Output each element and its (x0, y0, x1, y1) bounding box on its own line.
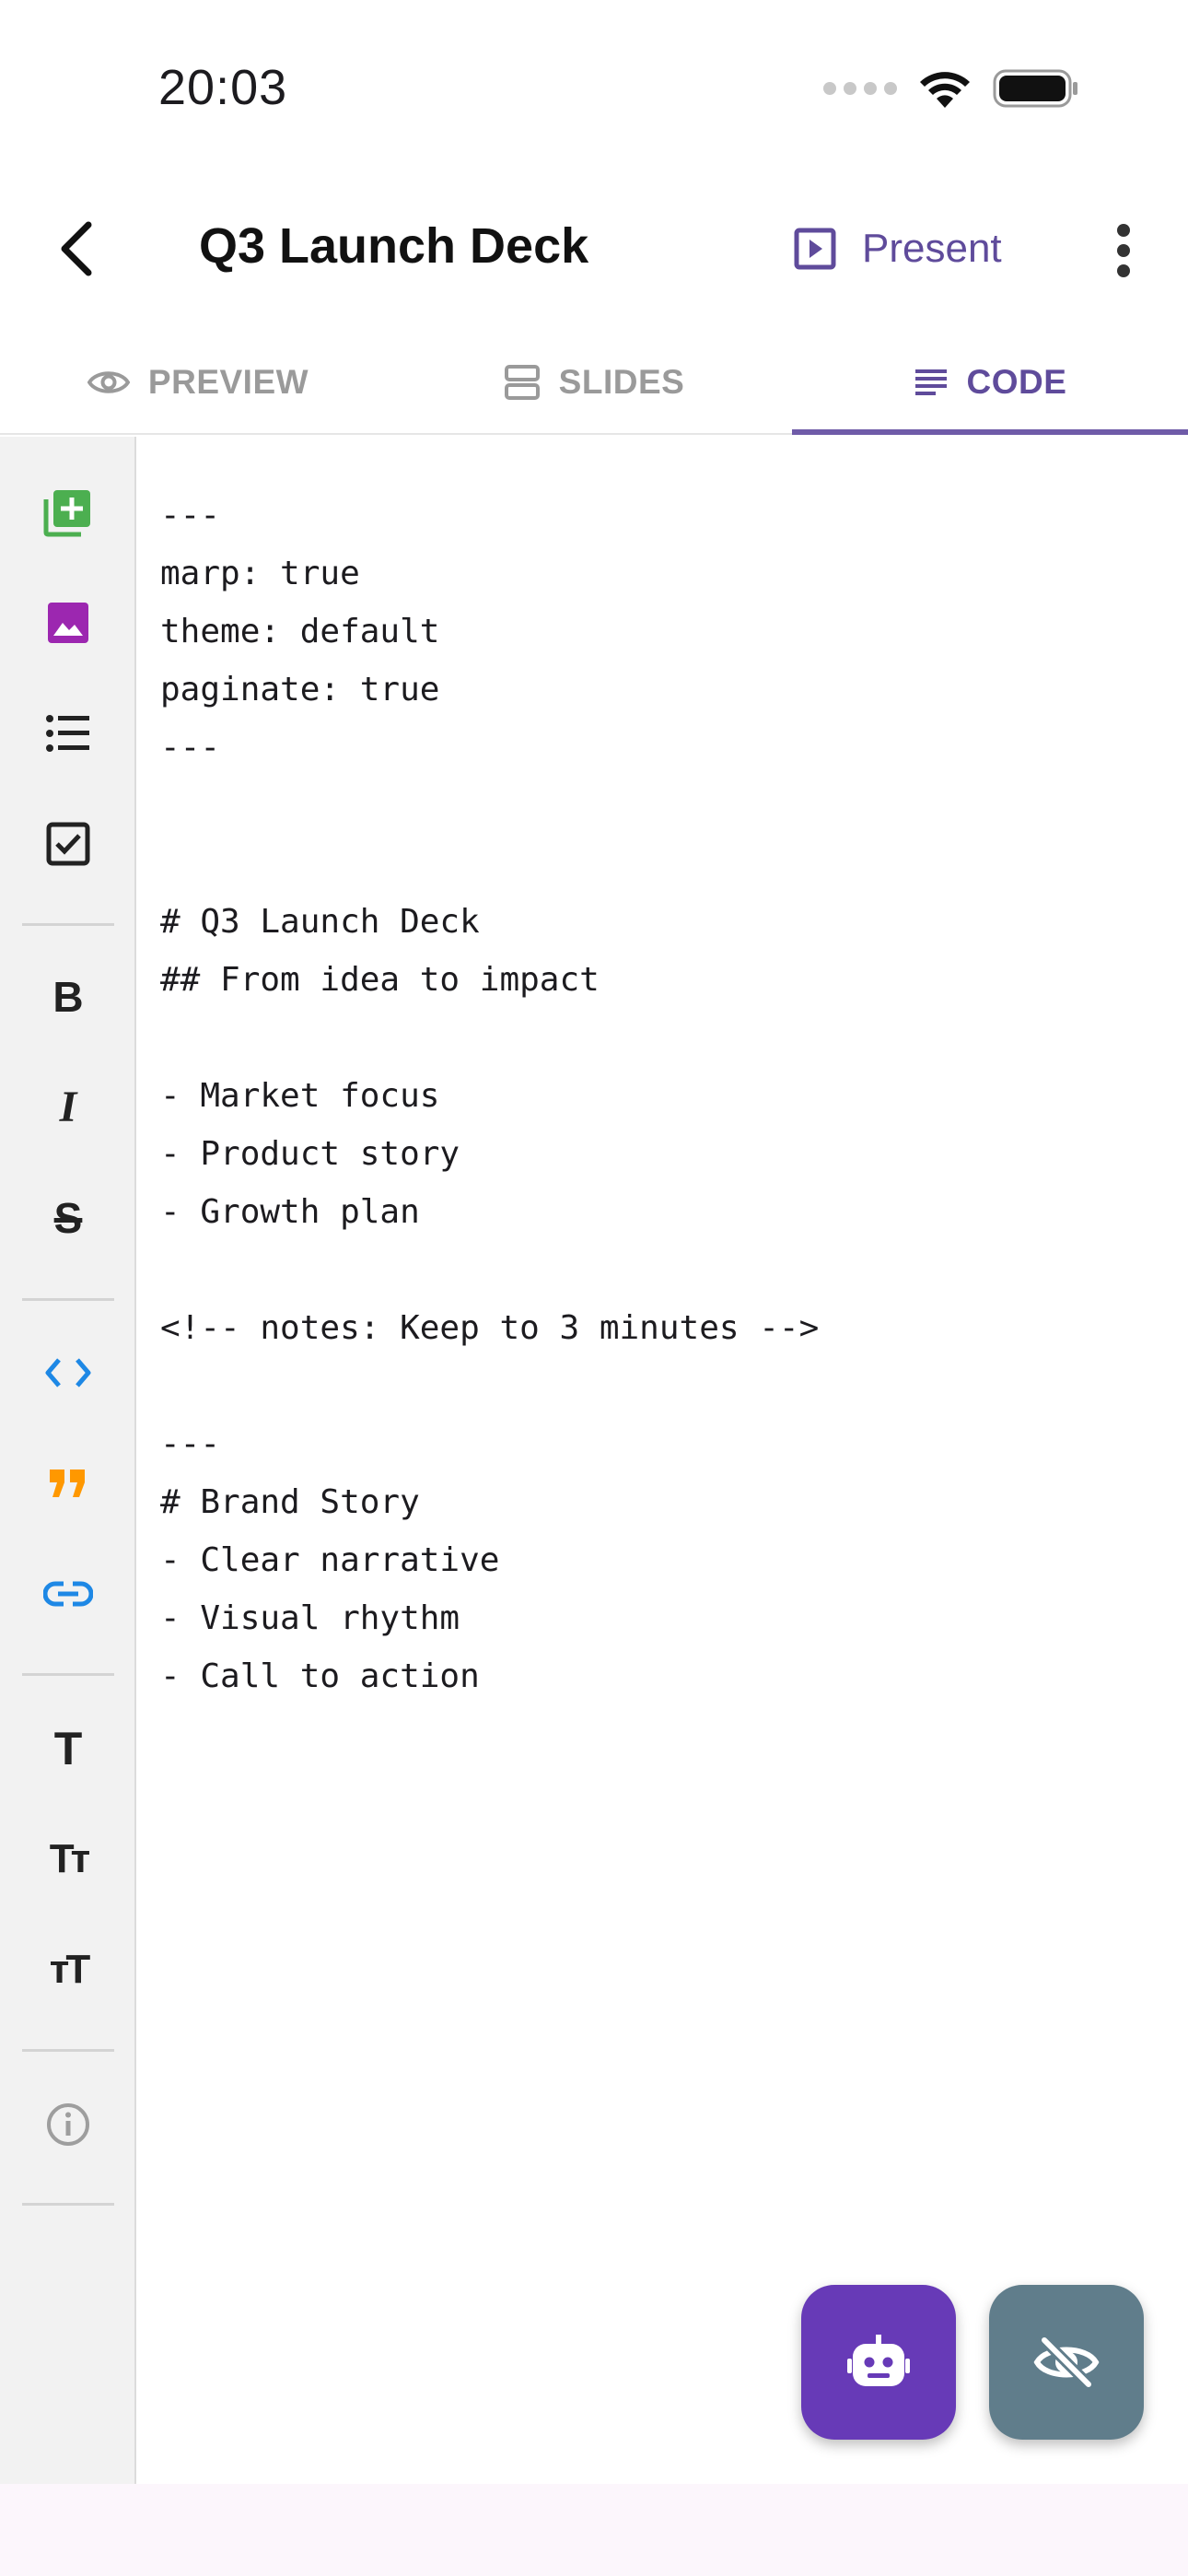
heading-icon: T (53, 1723, 83, 1774)
present-label: Present (862, 226, 1002, 271)
status-time: 20:03 (158, 60, 288, 115)
bottom-bar (0, 2484, 1188, 2576)
quote-button[interactable] (24, 1439, 112, 1528)
bulleted-list-button[interactable] (24, 689, 112, 778)
code-line[interactable]: --- (160, 486, 819, 544)
code-lines-icon (914, 369, 947, 395)
code-text[interactable]: --- marp: true theme: default paginate: tru… (160, 486, 819, 1705)
bold-button[interactable]: B (24, 953, 112, 1041)
tab-code-label: CODE (966, 363, 1067, 401)
tab-slides[interactable]: SLIDES (396, 332, 792, 433)
eye-off-icon (1033, 2336, 1100, 2388)
battery-icon (993, 69, 1077, 108)
wifi-icon (920, 72, 970, 108)
italic-button[interactable]: I (24, 1063, 112, 1152)
more-options-button[interactable] (1096, 216, 1151, 286)
add-slide-button[interactable] (24, 468, 112, 556)
slides-icon (504, 365, 540, 400)
back-button[interactable] (41, 212, 114, 286)
cellular-signal-icon (823, 82, 897, 95)
code-line[interactable]: - Clear narrative (160, 1531, 819, 1589)
code-line[interactable] (160, 777, 819, 835)
inline-code-button[interactable] (24, 1329, 112, 1417)
code-line[interactable]: --- (160, 719, 819, 777)
status-bar: 20:03 (0, 0, 1188, 175)
code-line[interactable] (160, 1009, 819, 1067)
toolbar-divider (22, 2049, 114, 2052)
app-root: 20:03 Q3 Launch Deck Present PREVIEW SLI… (0, 0, 1188, 2576)
markdown-editor[interactable]: --- marp: true theme: default paginate: tru… (138, 437, 1188, 2484)
code-line[interactable]: <!-- notes: Keep to 3 minutes --> (160, 1299, 819, 1357)
code-line[interactable]: - Call to action (160, 1647, 819, 1705)
code-line[interactable]: # Brand Story (160, 1473, 819, 1531)
bold-icon: B (52, 973, 84, 1021)
code-line[interactable]: theme: default (160, 603, 819, 661)
decrease-text-size-button[interactable]: тT (24, 1926, 112, 2014)
tab-preview[interactable]: PREVIEW (0, 332, 396, 433)
tab-code[interactable]: CODE (792, 332, 1188, 435)
text-size-increase-icon: Tт (49, 1836, 90, 1881)
hide-toolbar-button[interactable] (989, 2285, 1144, 2440)
toolbar-divider (22, 2203, 114, 2206)
code-line[interactable] (160, 1357, 819, 1415)
image-icon (48, 603, 88, 643)
app-bar: Q3 Launch Deck Present (0, 184, 1188, 313)
code-line[interactable]: - Product story (160, 1125, 819, 1183)
code-line[interactable]: - Market focus (160, 1067, 819, 1125)
ai-assistant-button[interactable] (801, 2285, 956, 2440)
link-button[interactable] (24, 1550, 112, 1638)
toolbar-divider (22, 1673, 114, 1676)
code-icon (45, 1358, 91, 1388)
text-size-decrease-icon: тT (49, 1947, 90, 1992)
toolbar-divider (22, 923, 114, 926)
toolbar-divider (22, 1298, 114, 1301)
view-tabs: PREVIEW SLIDES CODE (0, 332, 1188, 435)
bulleted-list-icon (46, 715, 89, 752)
code-line[interactable]: --- (160, 1415, 819, 1473)
info-button[interactable] (24, 2080, 112, 2169)
code-line[interactable]: - Growth plan (160, 1183, 819, 1241)
more-vertical-icon (1117, 224, 1130, 277)
status-indicators (823, 64, 1079, 112)
code-line[interactable]: paginate: true (160, 661, 819, 719)
increase-text-size-button[interactable]: Tт (24, 1815, 112, 1903)
tab-preview-label: PREVIEW (147, 363, 309, 401)
code-line[interactable]: marp: true (160, 544, 819, 603)
present-button[interactable]: Present (781, 210, 1015, 287)
strikethrough-icon: S (53, 1194, 83, 1242)
tab-slides-label: SLIDES (558, 363, 685, 401)
add-slide-icon (43, 490, 90, 537)
back-arrow-icon (61, 221, 92, 276)
italic-icon: I (59, 1083, 77, 1131)
heading-button[interactable]: T (24, 1704, 112, 1793)
checkbox-icon (46, 822, 90, 866)
play-box-icon (794, 228, 836, 270)
link-icon (43, 1581, 93, 1607)
quote-icon (50, 1469, 85, 1497)
strikethrough-button[interactable]: S (24, 1174, 112, 1262)
code-line[interactable] (160, 835, 819, 893)
insert-image-button[interactable] (24, 579, 112, 667)
formatting-toolbar: B I S T Tт тT (0, 437, 136, 2484)
code-line[interactable]: - Visual rhythm (160, 1589, 819, 1647)
code-line[interactable]: ## From idea to impact (160, 951, 819, 1009)
checklist-button[interactable] (24, 800, 112, 888)
code-line[interactable] (160, 1241, 819, 1299)
eye-icon (87, 371, 130, 393)
code-line[interactable]: # Q3 Launch Deck (160, 893, 819, 951)
robot-icon (847, 2335, 910, 2386)
info-icon (47, 2103, 89, 2146)
page-title: Q3 Launch Deck (199, 218, 589, 274)
